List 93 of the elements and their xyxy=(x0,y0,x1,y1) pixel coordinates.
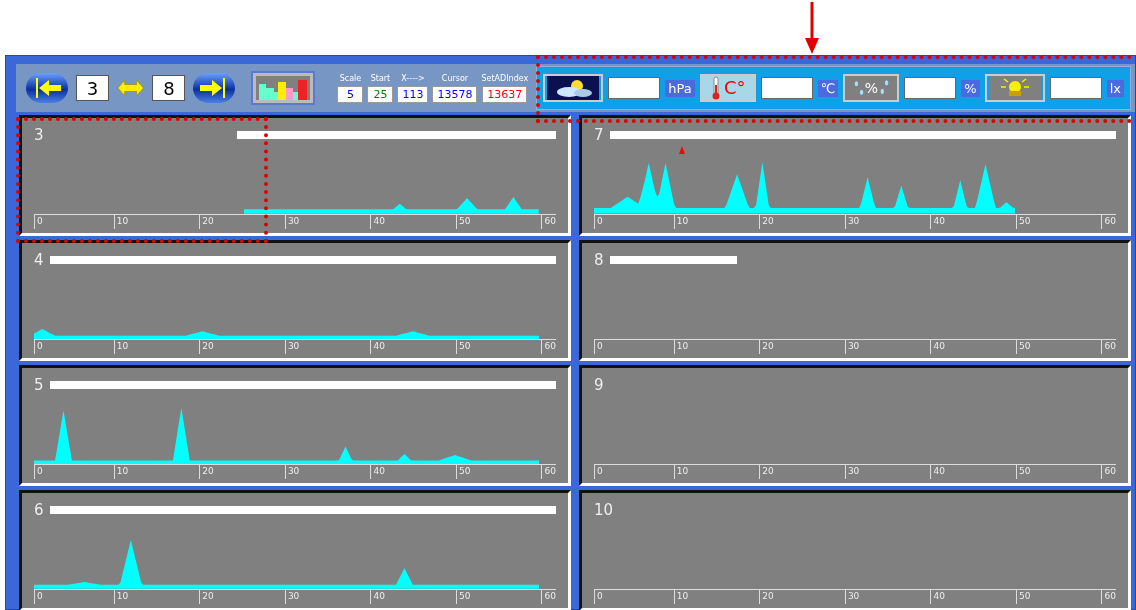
axis-tick-label: 40 xyxy=(370,465,385,479)
axis-tick-label: 0 xyxy=(594,590,603,604)
axis-tick-label: 20 xyxy=(759,215,774,229)
unit-label: ℃ xyxy=(817,79,839,97)
readout-label: Start xyxy=(370,73,391,83)
axis-tick-label: 30 xyxy=(284,465,300,479)
sensor-field[interactable] xyxy=(904,77,957,99)
axis-tick-label: 50 xyxy=(455,590,471,604)
readout-value: 13637 xyxy=(482,85,528,103)
previous-button[interactable] xyxy=(26,73,68,103)
sensor-field[interactable] xyxy=(760,77,813,99)
axis-tick-label: 30 xyxy=(284,340,300,354)
channel-number: 4 xyxy=(34,251,44,269)
to-field[interactable]: 8 xyxy=(152,75,186,101)
axis-tick-label: 50 xyxy=(455,465,471,479)
axis-tick-label: 10 xyxy=(673,215,689,229)
axis-tick-label: 10 xyxy=(113,590,129,604)
axis-tick-label: 0 xyxy=(594,340,603,354)
readout-label: Cursor xyxy=(441,73,469,83)
readout-value: 113 xyxy=(397,85,429,103)
axis-tick-label: 60 xyxy=(541,590,556,604)
axis-tick-label: 50 xyxy=(1015,590,1031,604)
axis-tick-label: 40 xyxy=(930,215,945,229)
axis-tick-label: 0 xyxy=(34,465,43,479)
arrow-icon xyxy=(802,0,822,55)
axis-tick-label: 20 xyxy=(759,590,774,604)
light-icon xyxy=(984,74,1045,102)
axis-tick-label: 0 xyxy=(594,465,603,479)
channel-number: 10 xyxy=(594,501,614,519)
axis-tick-label: 10 xyxy=(113,215,129,229)
axis-tick-label: 30 xyxy=(284,590,300,604)
axis-tick-label: 10 xyxy=(673,465,689,479)
axis-tick-label: 60 xyxy=(541,340,556,354)
axis-tick-label: 60 xyxy=(541,215,556,229)
axis-tick-label: 30 xyxy=(844,215,860,229)
axis-tick-label: 0 xyxy=(34,215,43,229)
readout-value: 25 xyxy=(367,85,394,103)
readout-value: 5 xyxy=(337,85,364,103)
axis-tick-label: 40 xyxy=(370,340,385,354)
unit-label: % xyxy=(961,79,980,97)
axis-tick-label: 0 xyxy=(34,340,43,354)
channel-number: 7 xyxy=(594,126,604,144)
axis-tick-label: 60 xyxy=(1101,465,1116,479)
axis-tick-label: 60 xyxy=(1101,590,1116,604)
axis-tick-label: 10 xyxy=(673,590,689,604)
readout-label: SetADIndex xyxy=(481,73,529,83)
axis-tick-label: 50 xyxy=(455,215,471,229)
weather-icon xyxy=(543,74,604,102)
axis-tick-label: 40 xyxy=(930,465,945,479)
axis-tick-label: 60 xyxy=(1101,340,1116,354)
axis-tick-label: 30 xyxy=(844,465,860,479)
sensor-field[interactable] xyxy=(1049,77,1102,99)
axis-tick-label: 50 xyxy=(455,340,471,354)
channel-number: 8 xyxy=(594,251,604,269)
axis-tick-label: 10 xyxy=(113,465,129,479)
axis-tick-label: 0 xyxy=(594,215,603,229)
axis-tick-label: 20 xyxy=(199,340,214,354)
axis-tick-label: 20 xyxy=(759,465,774,479)
axis-tick-label: 40 xyxy=(930,590,945,604)
axis-tick-label: 0 xyxy=(34,590,43,604)
readout-label: Scale xyxy=(339,73,362,83)
axis-tick-label: 20 xyxy=(199,590,214,604)
channel-number: 3 xyxy=(34,126,44,144)
unit-label: lx xyxy=(1106,79,1124,97)
readout-label: X----> xyxy=(401,73,425,83)
axis-tick-label: 30 xyxy=(844,340,860,354)
from-field[interactable]: 3 xyxy=(76,75,110,101)
temperature-icon: C° xyxy=(699,74,756,102)
axis-tick-label: 40 xyxy=(370,215,385,229)
axis-tick-label: 30 xyxy=(844,590,860,604)
channel-number: 5 xyxy=(34,376,44,394)
readout-value: 13578 xyxy=(432,85,478,103)
double-arrow-icon xyxy=(117,77,145,99)
axis-tick-label: 30 xyxy=(284,215,300,229)
axis-tick-label: 10 xyxy=(113,340,129,354)
axis-tick-label: 60 xyxy=(541,465,556,479)
axis-tick-label: 20 xyxy=(199,465,214,479)
axis-tick-label: 40 xyxy=(930,340,945,354)
channel-number: 9 xyxy=(594,376,604,394)
unit-label: hPa xyxy=(665,79,695,97)
next-button[interactable] xyxy=(193,73,236,103)
axis-tick-label: 60 xyxy=(1101,215,1116,229)
axis-tick-label: 10 xyxy=(673,340,689,354)
axis-tick-label: 40 xyxy=(370,590,385,604)
axis-tick-label: 50 xyxy=(1015,465,1031,479)
humidity-icon: % xyxy=(843,74,900,102)
axis-tick-label: 20 xyxy=(199,215,214,229)
channel-number: 6 xyxy=(34,501,44,519)
axis-tick-label: 50 xyxy=(1015,215,1031,229)
axis-tick-label: 20 xyxy=(759,340,774,354)
chart-button[interactable] xyxy=(251,71,316,105)
axis-tick-label: 50 xyxy=(1015,340,1031,354)
sensor-field[interactable] xyxy=(608,77,661,99)
